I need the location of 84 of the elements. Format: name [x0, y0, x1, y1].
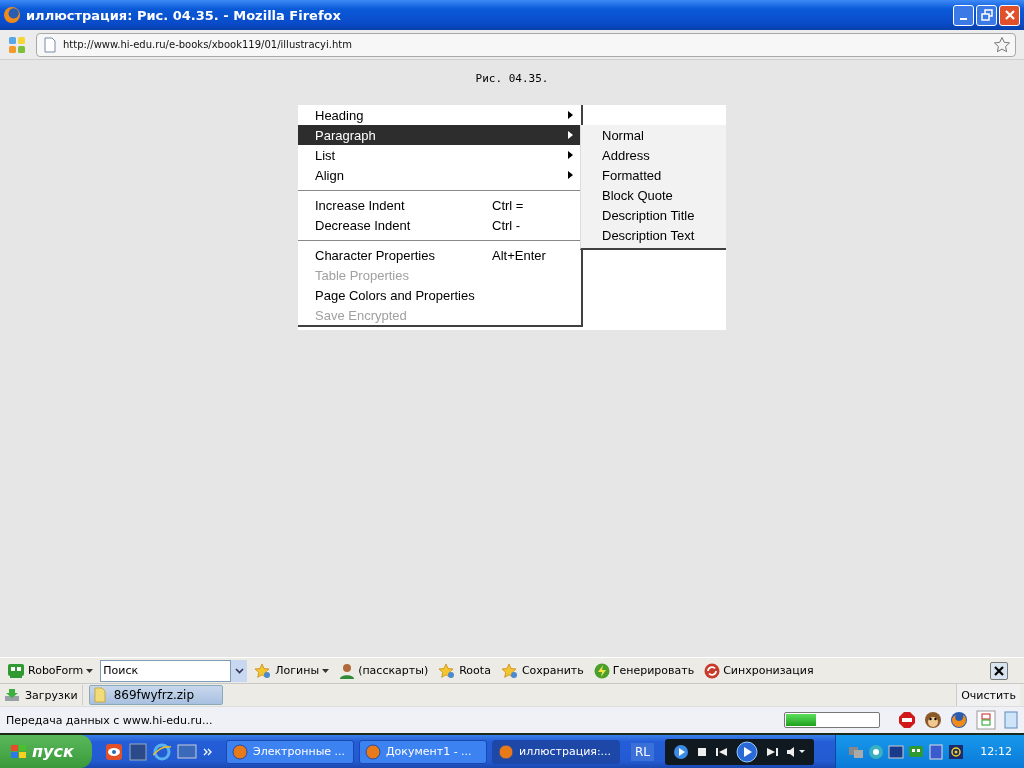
language-indicator[interactable]: RL: [631, 742, 655, 761]
app-icon: [232, 743, 248, 760]
close-icon: [994, 665, 1004, 676]
close-toolbar-button[interactable]: [990, 661, 1008, 680]
eye-icon[interactable]: [868, 743, 885, 760]
robot-icon[interactable]: [908, 743, 925, 760]
toolbar-button[interactable]: Roota: [435, 662, 494, 679]
minimize-button[interactable]: [953, 4, 974, 26]
chevron-icon[interactable]: [203, 747, 213, 756]
close-button[interactable]: [999, 4, 1020, 26]
submenu-arrow-icon: [568, 171, 573, 179]
window-title: иллюстрация: Рис. 04.35. - Mozilla Firefox: [26, 7, 342, 23]
folder-icon: [93, 687, 106, 703]
taskbar-button[interactable]: Электронные ...: [226, 739, 354, 764]
chevron-down-icon: [234, 667, 244, 674]
next-icon[interactable]: [765, 745, 780, 758]
clock: 12:12: [980, 745, 1012, 758]
firefox-icon: [4, 7, 20, 23]
monkey-icon[interactable]: [924, 711, 942, 729]
layout-icon[interactable]: [976, 710, 996, 730]
eye-icon[interactable]: [105, 742, 123, 761]
menu-item[interactable]: Align: [298, 165, 581, 185]
browser-e-icon[interactable]: [153, 742, 171, 761]
menu-item[interactable]: List: [298, 145, 581, 165]
caret-icon: [322, 668, 330, 673]
menu-item[interactable]: Increase Indent Ctrl =: [298, 195, 581, 215]
taskbar-button[interactable]: иллюстрация:...: [492, 739, 620, 764]
volume-icon[interactable]: [786, 745, 807, 758]
menu-item[interactable]: Heading: [298, 105, 581, 125]
status-text: Передача данных с www.hi-edu.ru...: [6, 713, 214, 727]
caret-icon: [86, 668, 94, 673]
restore-icon: [980, 9, 993, 21]
windows-flag-icon: [10, 743, 28, 760]
close-icon: [1003, 9, 1016, 21]
submenu-item[interactable]: Address: [581, 145, 726, 165]
star-icon: [438, 662, 457, 679]
robot-icon: [7, 662, 25, 679]
figure-caption: Рис. 04.35.: [475, 72, 549, 85]
stop-sign-icon[interactable]: [898, 711, 916, 729]
sync-icon: [704, 662, 721, 679]
star-icon: [500, 662, 519, 679]
toolbar-button[interactable]: Генерировать: [590, 662, 698, 679]
menu-item[interactable]: Page Colors and Properties: [298, 285, 581, 305]
menu-item[interactable]: Paragraph: [298, 125, 581, 145]
search-field[interactable]: Поиск: [100, 659, 232, 682]
monitor-icon[interactable]: [888, 743, 905, 760]
clear-button[interactable]: Очистить: [956, 684, 1020, 706]
submenu-item[interactable]: Description Text: [581, 225, 726, 245]
submenu-item[interactable]: Description Title: [581, 205, 726, 225]
menu-item[interactable]: Character Properties Alt+Enter: [298, 245, 581, 265]
previous-icon[interactable]: [715, 745, 730, 758]
download-tray-icon: [4, 688, 20, 702]
play-button-icon[interactable]: [736, 740, 759, 763]
submenu-arrow-icon: [568, 111, 573, 119]
toolbar-button[interactable]: Логины: [251, 662, 333, 679]
toolbar-button[interactable]: (пасскарты): [336, 662, 432, 679]
dropdown-button[interactable]: [231, 659, 248, 682]
restore-button[interactable]: [976, 4, 997, 26]
submenu-arrow-icon: [568, 151, 573, 159]
taskbar-button[interactable]: Документ1 - ...: [359, 739, 487, 764]
media-player-icon[interactable]: [129, 742, 147, 761]
download-file-button[interactable]: 869fwyfrz.zip: [88, 685, 223, 705]
submenu-item[interactable]: Normal: [581, 125, 726, 145]
minimize-icon: [960, 18, 967, 20]
submenu-item[interactable]: Formatted: [581, 165, 726, 185]
app-icon: [498, 743, 514, 760]
downloads-button[interactable]: Загрузки: [4, 685, 83, 705]
toolbar-button[interactable]: Сохранить: [497, 662, 587, 679]
address-field[interactable]: http://www.hi-edu.ru/e-books/xbook119/01/illustracyi.htm: [36, 32, 1016, 57]
toolbar-button[interactable]: RoboForm: [4, 662, 97, 679]
toolbar-button[interactable]: Синхронизация: [701, 662, 817, 679]
page-icon: [43, 36, 57, 53]
submenu-arrow-icon: [568, 131, 573, 139]
broadcast-icon[interactable]: [948, 743, 965, 760]
submenu-item[interactable]: Block Quote: [581, 185, 726, 205]
app-icon: [365, 743, 381, 760]
person-icon: [339, 662, 356, 679]
star-icon: [254, 662, 273, 679]
bookmark-star-icon[interactable]: [993, 35, 1011, 54]
menu-item[interactable]: Decrease Indent Ctrl -: [298, 215, 581, 235]
lightning-icon: [593, 662, 610, 679]
play-icon[interactable]: [673, 743, 690, 760]
firefox-icon[interactable]: [950, 711, 968, 729]
stop-icon[interactable]: [696, 745, 709, 758]
